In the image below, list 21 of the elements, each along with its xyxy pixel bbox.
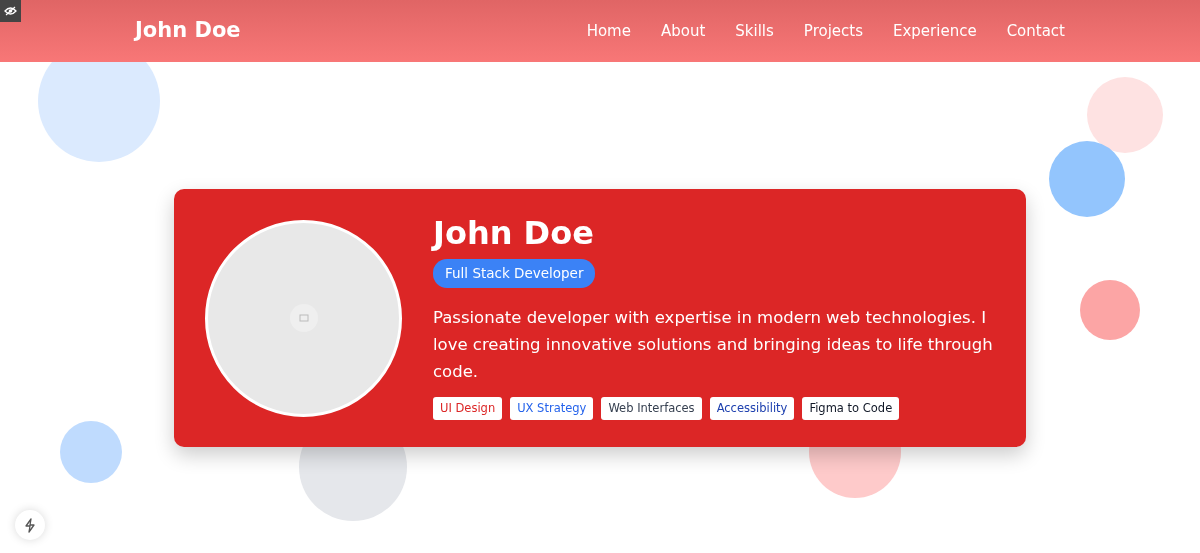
- nav-link[interactable]: Skills: [735, 19, 774, 43]
- profile-name: John Doe: [433, 216, 594, 252]
- skill-tag: Web Interfaces: [601, 396, 702, 420]
- nav-link[interactable]: About: [660, 19, 706, 43]
- visibility-toggle[interactable]: [0, 0, 21, 22]
- decorative-circle: [1080, 280, 1140, 340]
- bolt-button[interactable]: [15, 510, 45, 540]
- role-badge: Full Stack Developer: [433, 259, 596, 288]
- skill-tag: Figma to Code: [802, 396, 900, 420]
- nav-link[interactable]: Experience: [893, 19, 977, 43]
- bio-text: Passionate developer with expertise in modern web technologies. I love creating innovative solutions and bringing ideas to life through code.: [433, 306, 994, 383]
- nav-link[interactable]: Projects: [803, 19, 863, 43]
- skill-tag: UX Strategy: [510, 396, 594, 420]
- skill-tag: Accessibility: [709, 396, 795, 420]
- skill-tag: UI Design: [433, 396, 503, 420]
- brand-name[interactable]: John Doe: [135, 15, 241, 47]
- image-placeholder-icon: [288, 303, 319, 333]
- eye-icon: [4, 6, 17, 16]
- nav-link[interactable]: Contact: [1006, 19, 1065, 43]
- nav-link[interactable]: Home: [586, 19, 631, 43]
- lightning-icon: [24, 517, 36, 533]
